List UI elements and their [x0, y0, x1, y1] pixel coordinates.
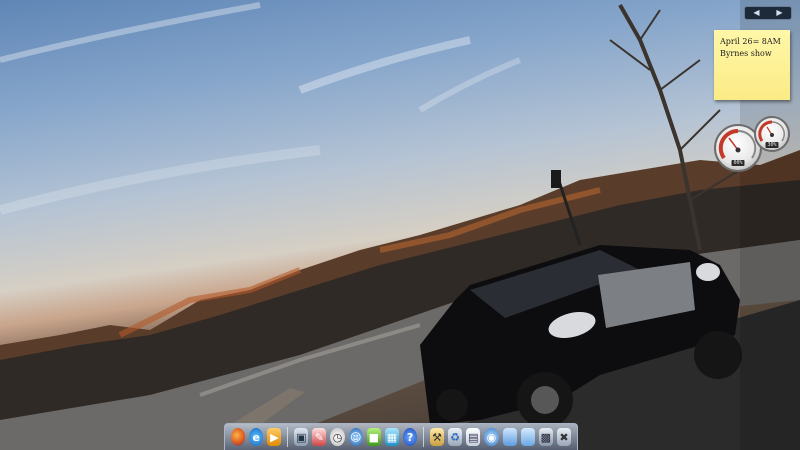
tools-icon[interactable]: ⚒: [429, 428, 445, 446]
desktop-wallpaper: [0, 0, 800, 450]
network-icon[interactable]: ▣: [294, 428, 309, 446]
sticky-note[interactable]: April 26= 8AM Byrnes show: [714, 30, 790, 100]
next-icon[interactable]: ▶: [776, 9, 782, 17]
sidebar-control[interactable]: ◀ ▶: [744, 6, 792, 20]
recycle-bin-icon[interactable]: ♻: [448, 428, 463, 446]
green-app-icon[interactable]: ■: [366, 428, 381, 446]
prev-icon[interactable]: ◀: [753, 9, 759, 17]
firefox-icon[interactable]: [231, 428, 246, 446]
paint-icon[interactable]: ✎: [312, 428, 327, 446]
internet-explorer-icon[interactable]: e: [249, 428, 264, 446]
dock-separator: [287, 427, 289, 447]
folder-open-icon[interactable]: [520, 428, 535, 446]
remote-desktop-icon[interactable]: ▦: [384, 428, 400, 446]
folder-icon[interactable]: [502, 428, 517, 446]
wallpaper-scene: [0, 0, 800, 450]
dock-separator: [423, 427, 424, 447]
messenger-icon[interactable]: ☺: [348, 428, 363, 446]
help-icon[interactable]: ?: [403, 428, 418, 446]
sticky-note-line: Byrnes show: [720, 49, 772, 58]
media-player-icon[interactable]: ▶: [267, 428, 282, 446]
globe-icon[interactable]: ◉: [484, 428, 499, 446]
document-icon[interactable]: ▤: [466, 428, 481, 446]
application-dock: e ▶ ▣ ✎ ◷ ☺ ■ ▦ ? ⚒ ♻ ▤ ◉ ▩ ✖: [224, 423, 578, 450]
sticky-note-line: April 26= 8AM: [720, 37, 781, 46]
memory-readout: 30%: [765, 142, 779, 148]
close-folder-icon[interactable]: ✖: [556, 428, 572, 446]
clock-icon[interactable]: ◷: [330, 428, 345, 446]
cpu-readout: 00%: [731, 160, 745, 166]
memory-meter-gadget[interactable]: 30%: [754, 116, 790, 152]
computer-icon[interactable]: ▩: [538, 428, 553, 446]
